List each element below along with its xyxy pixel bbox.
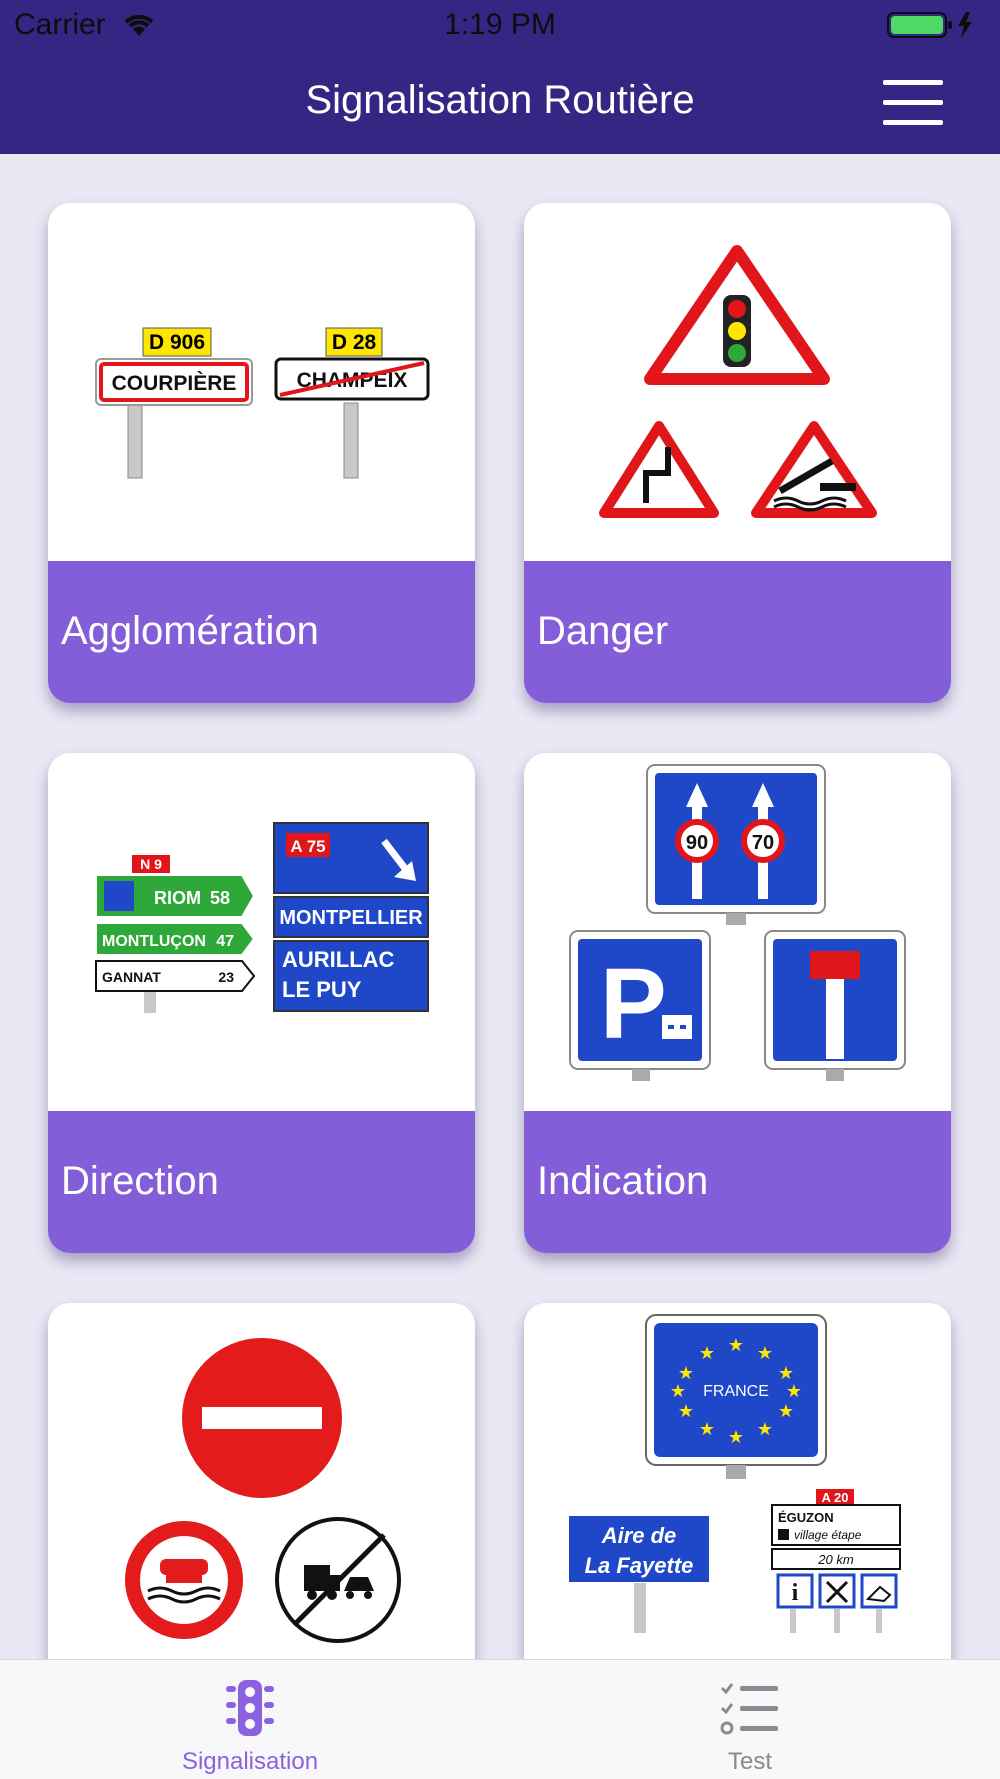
hamburger-icon-line	[883, 120, 943, 125]
tab-bar: Signalisation Test	[0, 1659, 1000, 1779]
svg-text:★: ★	[699, 1343, 715, 1364]
card-label-container: Indication	[524, 1111, 951, 1253]
svg-text:★: ★	[699, 1419, 715, 1440]
tab-label: Test	[727, 1748, 772, 1775]
tab-test[interactable]: Test	[500, 1660, 1000, 1779]
category-card-indication[interactable]: 90 70 P Indication	[524, 753, 951, 1253]
prohibition-signs-image	[125, 1338, 401, 1643]
svg-text:★: ★	[728, 1335, 744, 1356]
navigation-bar: Signalisation Routière	[0, 52, 1000, 154]
svg-text:★: ★	[678, 1363, 694, 1384]
svg-text:70: 70	[752, 832, 774, 854]
card-label: Agglomération	[61, 609, 319, 653]
category-grid: D 906 COURPIÈRE D 28 CHAMPEIX Agglomérat…	[0, 154, 1000, 1659]
svg-text:★: ★	[778, 1401, 794, 1422]
tab-signalisation[interactable]: Signalisation	[0, 1660, 500, 1779]
hamburger-icon-line	[883, 100, 943, 105]
svg-text:20 km: 20 km	[817, 1552, 854, 1567]
menu-button[interactable]	[880, 78, 946, 128]
card-label: Direction	[61, 1159, 219, 1203]
traffic-light-icon	[226, 1680, 274, 1736]
card-label: Indication	[537, 1159, 709, 1203]
card-label-container: Danger	[524, 561, 951, 703]
svg-text:D 28: D 28	[332, 331, 377, 354]
card-label-container: Agglomération	[48, 561, 475, 703]
svg-text:★: ★	[757, 1419, 773, 1440]
svg-text:★: ★	[786, 1381, 802, 1402]
clock: 1:19 PM	[444, 8, 556, 41]
svg-text:A 20: A 20	[822, 1490, 849, 1505]
location-signs-image: FRANCE ★ ★ ★ ★ ★ ★ ★ ★ ★ ★ ★ ★ Aire de L…	[567, 1314, 901, 1633]
svg-text:47: 47	[216, 933, 234, 950]
svg-text:A 75: A 75	[290, 837, 325, 856]
svg-text:FRANCE: FRANCE	[703, 1383, 769, 1400]
agglomeration-signs-image: D 906 COURPIÈRE D 28 CHAMPEIX	[95, 327, 430, 479]
svg-text:23: 23	[218, 969, 234, 985]
card-label-container: Direction	[48, 1111, 475, 1253]
svg-text:58: 58	[210, 888, 230, 908]
svg-text:AURILLAC: AURILLAC	[282, 947, 395, 972]
category-card-direction[interactable]: N 9 RIOM 58 MONTLUÇON 47 GANNAT 23 A 75 …	[48, 753, 475, 1253]
svg-text:MONTLUÇON: MONTLUÇON	[102, 933, 206, 950]
checklist-icon	[720, 1683, 778, 1735]
tab-label: Signalisation	[181, 1748, 319, 1775]
svg-text:★: ★	[757, 1343, 773, 1364]
svg-text:P: P	[600, 948, 667, 1060]
svg-text:ÉGUZON: ÉGUZON	[778, 1510, 834, 1525]
indication-signs-image: 90 70 P	[569, 764, 906, 1081]
hamburger-icon	[883, 80, 943, 85]
category-card-5[interactable]	[48, 1303, 475, 1659]
svg-text:COURPIÈRE: COURPIÈRE	[112, 372, 237, 395]
svg-text:★: ★	[678, 1401, 694, 1422]
direction-signs-image: N 9 RIOM 58 MONTLUÇON 47 GANNAT 23 A 75 …	[95, 822, 429, 1013]
svg-text:90: 90	[686, 832, 708, 854]
svg-text:MONTPELLIER: MONTPELLIER	[279, 907, 423, 929]
svg-text:★: ★	[728, 1427, 744, 1448]
status-bar: Carrier 1:19 PM	[0, 0, 1000, 52]
svg-text:RIOM: RIOM	[154, 888, 201, 908]
svg-text:La Fayette: La Fayette	[585, 1553, 694, 1578]
svg-text:village étape: village étape	[794, 1528, 862, 1542]
svg-text:D 906: D 906	[149, 331, 205, 354]
svg-text:i: i	[792, 1580, 799, 1606]
svg-text:GANNAT: GANNAT	[102, 969, 161, 985]
danger-signs-image	[599, 245, 877, 518]
svg-text:Aire de: Aire de	[601, 1523, 677, 1548]
card-label: Danger	[537, 609, 669, 653]
battery-icon	[887, 12, 972, 38]
page-title: Signalisation Routière	[305, 78, 695, 122]
svg-text:★: ★	[670, 1381, 686, 1402]
category-card-6[interactable]: FRANCE ★ ★ ★ ★ ★ ★ ★ ★ ★ ★ ★ ★ Aire de L…	[524, 1303, 951, 1659]
svg-text:LE PUY: LE PUY	[282, 977, 362, 1002]
category-card-danger[interactable]: Danger	[524, 203, 951, 703]
category-card-agglomeration[interactable]: D 906 COURPIÈRE D 28 CHAMPEIX Agglomérat…	[48, 203, 475, 703]
svg-text:N 9: N 9	[140, 856, 162, 872]
